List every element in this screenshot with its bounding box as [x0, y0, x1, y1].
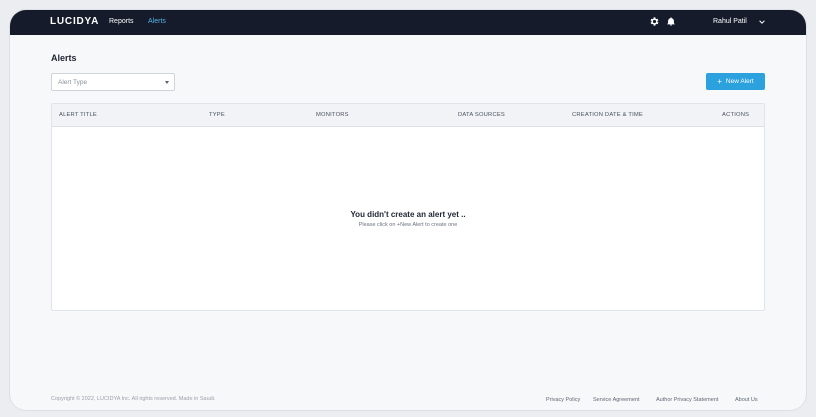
brand-logo[interactable]: LUCIDYA	[50, 16, 99, 27]
chevron-down-icon[interactable]	[758, 18, 766, 26]
alert-type-placeholder: Alert Type	[58, 79, 88, 86]
nav-alerts[interactable]: Alerts	[148, 18, 166, 25]
caret-down-icon	[165, 81, 169, 84]
column-actions: ACTIONS	[722, 112, 750, 118]
gear-icon[interactable]	[649, 16, 660, 27]
app-window: LUCIDYA Reports Alerts Rahul Patil Alert…	[10, 10, 806, 410]
user-name[interactable]: Rahul Patil	[713, 18, 747, 25]
footer-link-service-agreement[interactable]: Service Agreement	[593, 397, 639, 403]
table-header: ALERT TITLE TYPE MONITORS DATA SOURCES C…	[52, 104, 764, 127]
top-navigation-bar: LUCIDYA Reports Alerts Rahul Patil	[10, 10, 806, 35]
new-alert-label: New Alert	[725, 78, 754, 85]
copyright-text: Copyright © 2022, LUCIDYA Inc. All right…	[51, 396, 216, 402]
nav-reports[interactable]: Reports	[109, 18, 134, 25]
footer-link-about-us[interactable]: About Us	[735, 397, 758, 403]
alerts-table: ALERT TITLE TYPE MONITORS DATA SOURCES C…	[51, 103, 765, 311]
column-monitors: MONITORS	[316, 112, 349, 118]
empty-state-title: You didn't create an alert yet ..	[350, 210, 466, 219]
footer-link-author-privacy[interactable]: Author Privacy Statement	[656, 397, 718, 403]
column-data-sources: DATA SOURCES	[458, 112, 505, 118]
alert-type-select[interactable]: Alert Type	[51, 73, 175, 91]
new-alert-button[interactable]: + New Alert	[706, 73, 765, 90]
column-alert-title: ALERT TITLE	[59, 112, 97, 118]
page-title: Alerts	[51, 53, 77, 63]
bell-icon[interactable]	[666, 16, 676, 27]
column-creation-date: CREATION DATE & TIME	[572, 112, 643, 118]
empty-state-subtitle: Please click on +New Alert to create one	[358, 222, 458, 228]
footer-link-privacy-policy[interactable]: Privacy Policy	[546, 397, 580, 403]
column-type: TYPE	[209, 112, 225, 118]
plus-icon: +	[717, 76, 722, 86]
